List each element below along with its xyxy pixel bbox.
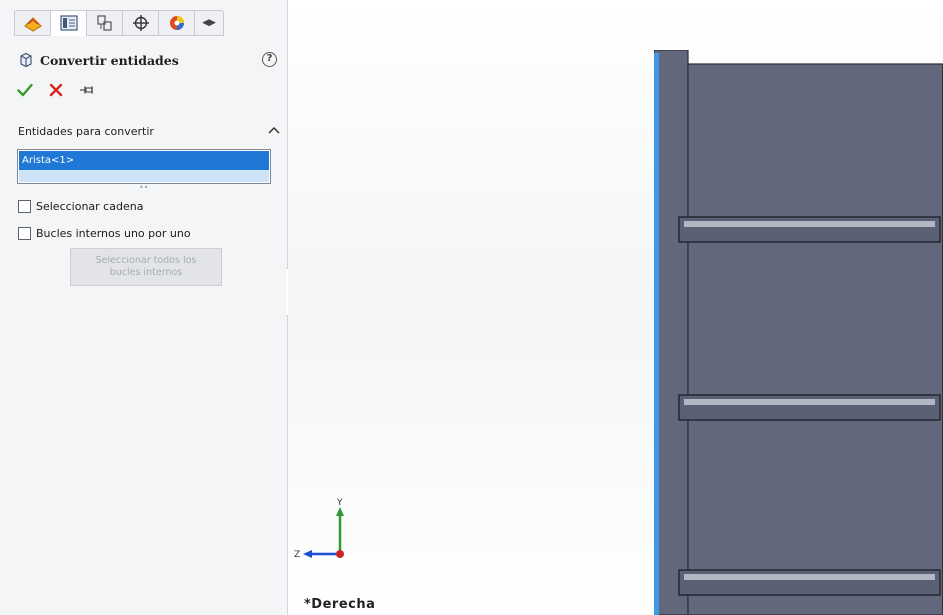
property-manager-header: Convertir entidades ? [18,51,277,71]
configuration-manager-icon [96,15,112,31]
cancel-button[interactable] [46,80,66,100]
checkbox-label: Bucles internos uno por uno [36,226,191,240]
selection-empty-area[interactable] [19,170,269,182]
seleccionar-cadena-checkbox[interactable] [18,199,31,213]
feature-manager-icon [23,17,42,32]
tab-scroll-arrows[interactable]: ◀▶ [194,10,224,36]
selection-item[interactable]: Arista<1> [19,151,269,170]
tab-property-manager[interactable] [50,10,86,36]
axis-z-label: Z [294,550,300,560]
pushpin-icon [80,86,93,94]
select-all-loops-button[interactable]: Seleccionar todos los bucles internos [70,248,222,286]
tab-scroll-arrows-icon: ◀▶ [202,18,216,28]
graphics-area[interactable]: Y Z *Derecha [288,0,943,615]
selection-box-resize-handle[interactable]: •• [139,184,148,192]
property-manager-icon [59,15,78,31]
convert-entities-icon [20,52,32,68]
tab-feature-manager[interactable] [14,10,50,36]
manager-tab-bar: ◀▶ [14,10,224,36]
display-manager-icon [169,16,184,30]
pin-button[interactable] [77,80,97,100]
group-header-entities[interactable]: Entidades para convertir [18,123,280,141]
tab-configuration-manager[interactable] [86,10,122,36]
page-title: Convertir entidades [40,53,179,68]
dimxpert-manager-icon [132,15,149,31]
option-seleccionar-cadena[interactable]: Seleccionar cadena [18,198,143,214]
bucles-internos-checkbox[interactable] [18,226,31,240]
view-orientation-label: *Derecha [304,597,376,612]
help-icon[interactable]: ? [262,52,277,67]
tab-display-manager[interactable] [158,10,194,36]
cancel-x-icon [49,83,63,97]
property-manager-panel: ◀▶ Convertir entidades ? Entidades para … [0,0,288,615]
option-bucles-internos[interactable]: Bucles internos uno por uno [18,225,191,241]
selected-edge-highlight [654,53,659,615]
view-triad: Y Z [292,496,352,570]
axis-y-label: Y [336,498,343,508]
ok-button[interactable] [15,80,35,100]
entities-selection-box[interactable]: Arista<1> [17,149,271,184]
checkbox-label: Seleccionar cadena [36,199,144,213]
part-model[interactable] [654,50,943,615]
action-buttons [15,80,97,100]
ok-checkmark-icon [17,83,33,97]
group-title: Entidades para convertir [18,125,154,138]
chevron-up-icon[interactable] [268,126,280,134]
tab-dimxpert-manager[interactable] [122,10,158,36]
